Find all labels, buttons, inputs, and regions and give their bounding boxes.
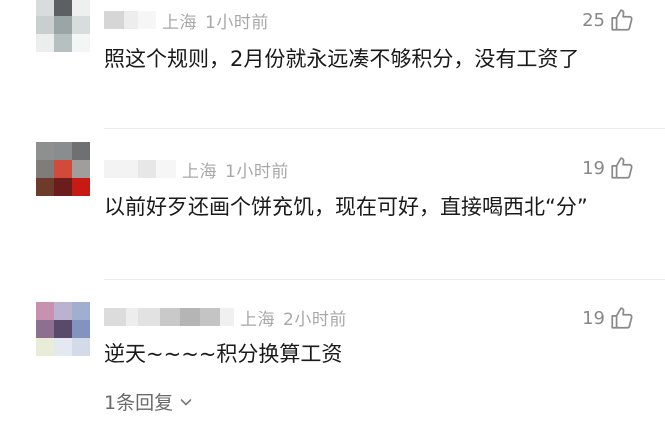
avatar[interactable] — [36, 142, 90, 196]
comment-meta: 上海 1小时前 — [104, 156, 289, 182]
thumbs-up-icon — [611, 307, 633, 329]
divider — [104, 279, 665, 280]
location-label: 上海 — [162, 12, 197, 33]
timestamp: 1小时前 — [225, 161, 289, 182]
comment-text: 逆天~~~~积分换算工资 — [104, 342, 343, 366]
like-count: 19 — [582, 157, 605, 179]
view-replies-link[interactable]: 1条回复 — [104, 388, 193, 415]
like-button[interactable]: 25 — [582, 5, 635, 35]
like-button[interactable]: 19 — [582, 303, 635, 333]
view-replies-label: 1条回复 — [104, 392, 174, 414]
like-count: 19 — [582, 307, 605, 329]
divider — [104, 128, 665, 129]
location-label: 上海 — [182, 161, 217, 182]
username[interactable] — [104, 159, 176, 179]
like-count: 25 — [582, 9, 605, 31]
chevron-down-icon — [180, 398, 192, 405]
like-button[interactable]: 19 — [582, 153, 635, 183]
timestamp: 1小时前 — [205, 12, 269, 33]
thumbs-up-icon — [611, 157, 633, 179]
avatar[interactable] — [36, 0, 90, 52]
comment-meta: 上海 2小时前 — [104, 304, 347, 330]
comment-text: 照这个规则，2月份就永远凑不够积分，没有工资了 — [104, 47, 580, 71]
thumbs-up-icon — [611, 9, 633, 31]
comment-text: 以前好歹还画个饼充饥，现在可好，直接喝西北“分” — [104, 195, 588, 219]
location-label: 上海 — [240, 309, 275, 330]
timestamp: 2小时前 — [283, 309, 347, 330]
username[interactable] — [104, 10, 156, 30]
username[interactable] — [104, 307, 234, 327]
comment-meta: 上海 1小时前 — [104, 7, 269, 33]
avatar[interactable] — [36, 302, 90, 356]
